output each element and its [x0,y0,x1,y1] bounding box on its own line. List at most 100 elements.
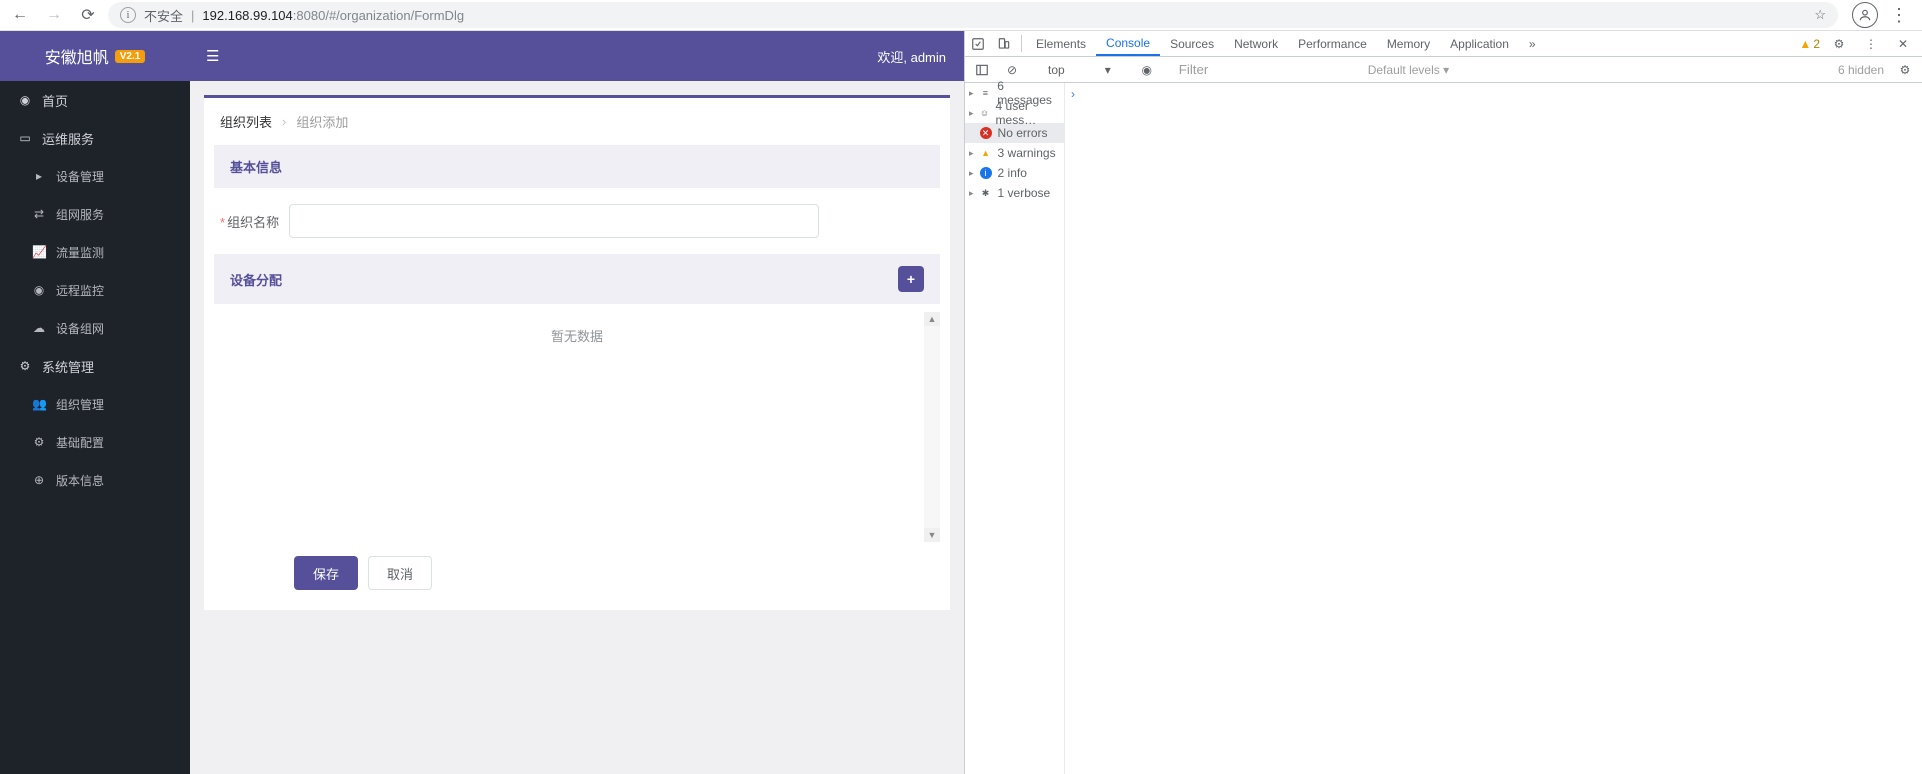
side-row-info[interactable]: ▸i2 info [965,163,1064,183]
logo-box: 安徽旭帆 V2.1 [0,31,190,81]
welcome-text: 欢迎, admin [877,47,964,66]
sidebar-item-label: 组网服务 [56,206,104,223]
tab-sources[interactable]: Sources [1160,31,1224,56]
hamburger-icon[interactable]: ☰ [206,47,219,65]
section-title: 基本信息 [230,157,282,176]
gears-icon: ⚙ [18,359,32,373]
breadcrumb-list[interactable]: 组织列表 [220,112,272,131]
laptop-icon: ▭ [18,131,32,145]
users-icon: 👥 [32,397,46,411]
device-toggle-icon[interactable] [991,31,1017,56]
tab-application[interactable]: Application [1440,31,1519,56]
side-row-user[interactable]: ▸☺4 user mess… [965,103,1064,123]
sidebar-item-network-svc[interactable]: ⇄ 组网服务 [0,195,190,233]
app-logo-text: 安徽旭帆 [45,44,109,68]
url-text: 192.168.99.104:8080/#/organization/FormD… [202,8,1806,23]
sidebar-item-device-mgmt[interactable]: ▸设备管理 [0,157,190,195]
sidebar-item-label: 流量监测 [56,244,104,261]
console-settings-icon[interactable]: ⚙ [1892,63,1918,77]
save-button[interactable]: 保存 [294,556,358,590]
side-row-verbose[interactable]: ▸✱1 verbose [965,183,1064,203]
back-button[interactable]: ← [6,1,34,29]
devtools-tabs: Elements Console Sources Network Perform… [965,31,1922,57]
tab-more-icon[interactable]: » [1519,31,1546,56]
section-title: 设备分配 [230,270,282,289]
sidebar-item-ver-info[interactable]: ⊕ 版本信息 [0,461,190,499]
app-header: 安徽旭帆 V2.1 ☰ 欢迎, admin [0,31,964,81]
sidebar-item-label: 基础配置 [56,434,104,451]
breadcrumb-current: 组织添加 [296,112,348,131]
caret-icon: ▸ [969,88,974,99]
forward-button[interactable]: → [40,1,68,29]
sidebar-item-home[interactable]: ◉ 首页 [0,81,190,119]
sidebar-item-remote-mon[interactable]: ◉ 远程监控 [0,271,190,309]
log-levels-select[interactable]: Default levels ▾ [1368,63,1449,77]
console-filter-input[interactable] [1177,60,1358,80]
form-row-org-name: *组织名称 [204,188,950,254]
sidebar-item-traffic-mon[interactable]: 📈 流量监测 [0,233,190,271]
error-icon: ✕ [980,127,992,139]
caret-icon: ▸ [969,168,974,179]
browser-chrome: ← → ⟳ i 不安全 | 192.168.99.104:8080/#/orga… [0,0,1922,31]
prompt-chevron-icon: › [1071,87,1075,101]
tab-network[interactable]: Network [1224,31,1288,56]
dashboard-icon: ◉ [18,93,32,107]
sidebar-item-label: 组织管理 [56,396,104,413]
empty-text: 暂无数据 [551,329,603,344]
bug-icon: ✱ [980,187,992,199]
add-device-button[interactable]: + [898,266,924,292]
devtools-panel: Elements Console Sources Network Perform… [964,31,1922,774]
tab-memory[interactable]: Memory [1377,31,1440,56]
inspect-icon[interactable] [965,31,991,56]
console-toolbar: ⊘ top▾ ◉ Default levels ▾ 6 hidden ⚙ [965,57,1922,83]
globe-icon: ⊕ [32,473,46,487]
scroll-down-icon[interactable]: ▼ [924,528,940,542]
eye-icon: ◉ [32,283,46,297]
tab-elements[interactable]: Elements [1026,31,1096,56]
sidebar-item-base-cfg[interactable]: ⚙ 基础配置 [0,423,190,461]
profile-avatar-icon[interactable] [1852,2,1878,28]
version-badge: V2.1 [115,50,146,63]
chart-icon: 📈 [32,245,46,259]
clear-console-icon[interactable]: ⊘ [999,63,1025,77]
context-select[interactable]: top▾ [1042,63,1117,77]
star-icon[interactable]: ☆ [1814,7,1826,23]
scroll-up-icon[interactable]: ▲ [924,312,940,326]
sidebar-item-label: 设备组网 [56,320,104,337]
web-app: 安徽旭帆 V2.1 ☰ 欢迎, admin ◉ 首页 ▭ 运维服务 ▸设备管理 … [0,31,964,774]
caret-icon: ▸ [969,108,974,119]
devtools-menu-icon[interactable]: ⋮ [1858,37,1884,51]
sidebar-item-sys[interactable]: ⚙ 系统管理 [0,347,190,385]
org-name-input[interactable] [289,204,819,238]
device-list-empty: 暂无数据 ▲ ▼ [214,312,940,542]
sidebar-item-ops[interactable]: ▭ 运维服务 [0,119,190,157]
chevron-right-icon: › [282,114,286,129]
org-name-label: *组织名称 [220,212,279,231]
sidebar-item-org-mgmt[interactable]: 👥 组织管理 [0,385,190,423]
console-sidebar: ▸≡6 messages ▸☺4 user mess… ▸✕No errors … [965,83,1065,774]
side-row-warnings[interactable]: ▸▲3 warnings [965,143,1064,163]
devtools-close-icon[interactable]: ✕ [1890,37,1916,51]
url-bar[interactable]: i 不安全 | 192.168.99.104:8080/#/organizati… [108,2,1838,28]
sidebar-item-label: 远程监控 [56,282,104,299]
content-area: 组织列表 › 组织添加 基本信息 *组织名称 设备分配 + [190,81,964,774]
sidebar-item-device-net[interactable]: ☁设备组网 [0,309,190,347]
console-output[interactable]: › [1065,83,1922,774]
tab-performance[interactable]: Performance [1288,31,1377,56]
warning-icon: ▲ [980,147,992,159]
reload-button[interactable]: ⟳ [74,1,102,29]
gear-icon: ⚙ [32,435,46,449]
tab-console[interactable]: Console [1096,31,1160,56]
sidebar-toggle-icon[interactable] [969,63,995,77]
chrome-menu-icon[interactable]: ⋮ [1890,5,1908,26]
cancel-button[interactable]: 取消 [368,556,432,590]
sidebar-item-label: 版本信息 [56,472,104,489]
shuffle-icon: ⇄ [32,207,46,221]
insecure-label: 不安全 [144,6,183,25]
scrollbar[interactable]: ▲ ▼ [924,312,940,542]
breadcrumb: 组织列表 › 组织添加 [204,98,950,145]
section-basic-info: 基本信息 [214,145,940,188]
warnings-badge[interactable]: ▲2 [1799,37,1820,51]
devtools-settings-icon[interactable]: ⚙ [1826,37,1852,51]
live-expr-icon[interactable]: ◉ [1134,63,1160,77]
